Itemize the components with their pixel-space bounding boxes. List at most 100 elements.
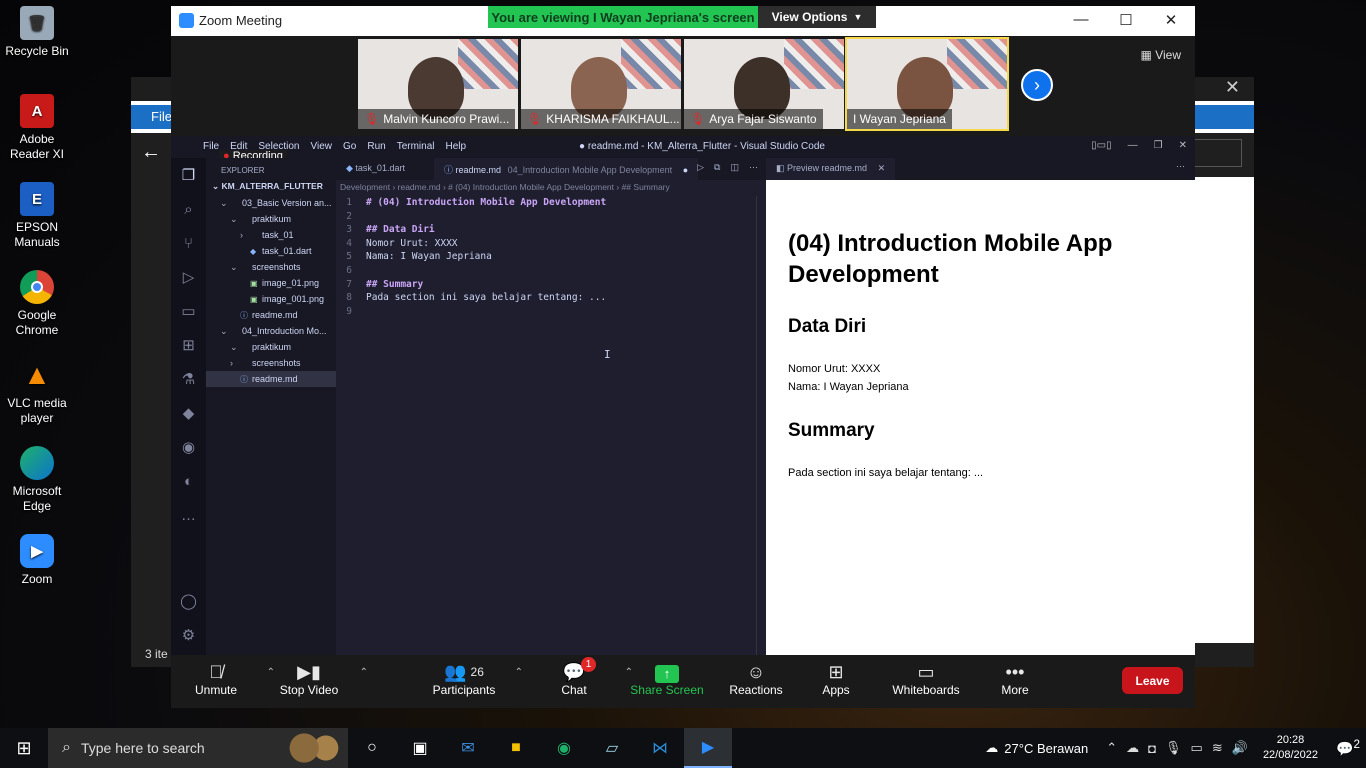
tab-readme-md[interactable]: ⓘ readme.md 04_Introduction Mobile App D… [434,158,699,180]
edge-devtools-icon[interactable]: ◐ [171,464,206,498]
more-button[interactable]: ••• More [970,661,1060,697]
desktop-icon-edge[interactable]: Microsoft Edge [4,446,70,514]
tree-item[interactable]: › screenshots [206,355,336,371]
source-control-icon[interactable]: ⑂ [171,226,206,260]
volume-icon[interactable]: 🔊 [1232,740,1248,756]
chevron-up-icon[interactable]: ⌃ [515,667,523,678]
clock[interactable]: 20:28 22/08/2022 [1263,733,1318,763]
menu-run[interactable]: Run [367,141,385,152]
onedrive-icon[interactable]: ☁ [1126,740,1139,756]
split-editor-icon[interactable]: ◫ [730,162,739,173]
view-options-button[interactable]: View Options ▼ [758,6,876,28]
search-box[interactable] [1188,139,1242,167]
participant-tile[interactable]: 🎙 Malvin Kuncoro Prawi... [358,39,518,129]
desktop-icon-google-chrome[interactable]: Google Chrome [4,270,70,338]
task-view-button[interactable]: ▣ [396,728,444,768]
participant-tile-active-speaker[interactable]: I Wayan Jepriana [845,37,1009,131]
chat-button[interactable]: 💬 1 Chat ⌃ [529,657,633,697]
menu-help[interactable]: Help [446,141,467,152]
tree-item[interactable]: ▣ image_001.png [206,291,336,307]
next-page-button[interactable]: › [1021,69,1053,101]
github-icon[interactable]: ◉ [171,430,206,464]
tree-item[interactable]: ⓘ readme.md [206,371,336,387]
desktop-icon-zoom[interactable]: ▶ Zoom [4,534,70,587]
run-icon[interactable]: ▷ [697,162,704,173]
tree-item[interactable]: ◆ task_01.dart [206,243,336,259]
menu-view[interactable]: View [311,141,333,152]
tree-item[interactable]: ⌄ 03_Basic Version an... [206,195,336,211]
more-icon[interactable]: … [171,498,206,532]
zoom-app[interactable]: ▶ [684,728,732,768]
taskbar-search[interactable]: ⌕ Type here to search [48,728,348,768]
whiteboards-button[interactable]: ▭ Whiteboards [881,661,971,697]
tree-item[interactable]: ⌄ praktikum [206,211,336,227]
tree-item[interactable]: ▣ image_01.png [206,275,336,291]
tree-item[interactable]: ⌄ screenshots [206,259,336,275]
account-icon[interactable]: ◯ [171,584,206,618]
tree-item[interactable]: ⌄ praktikum [206,339,336,355]
participants-button[interactable]: 👥 26 Participants ⌃ [419,661,523,697]
search-icon[interactable]: ⌕ [171,192,206,226]
apps-button[interactable]: ⊞ Apps [791,661,881,697]
maximize-icon[interactable]: ☐ [1116,11,1136,29]
mongodb-icon[interactable]: ◆ [171,396,206,430]
battery-icon[interactable]: ▭ [1191,740,1203,756]
code-editor[interactable]: 1 # (04) Introduction Mobile App Developm… [336,196,766,655]
reactions-button[interactable]: ☺ Reactions [711,661,801,697]
unsaved-dot-icon[interactable]: ● [683,165,688,175]
microphone-icon[interactable]: 🎙 [1165,740,1182,756]
explorer-icon[interactable]: ❐ [171,158,206,192]
minimize-icon[interactable]: — [1071,11,1091,28]
close-icon[interactable]: ✕ [1179,140,1187,151]
edge-app[interactable]: ◉ [540,728,588,768]
file-tab[interactable]: File [151,109,172,124]
menu-file[interactable]: File [203,141,219,152]
camera-icon[interactable]: ◘ [1148,741,1156,756]
editor-scrollbar[interactable] [756,196,766,655]
cortana-button[interactable]: ○ [348,728,396,768]
desktop-icon-adobe-reader[interactable]: A Adobe Reader XI [4,94,70,162]
menu-go[interactable]: Go [343,141,356,152]
leave-button[interactable]: Leave [1122,667,1183,694]
extensions-icon[interactable]: ⊞ [171,328,206,362]
stop-video-button[interactable]: ▶▮ Stop Video ⌃ [264,661,368,697]
notepad-app[interactable]: ▱ [588,728,636,768]
tree-item[interactable]: › task_01 [206,227,336,243]
close-icon[interactable]: ✕ [1225,77,1240,98]
vscode-app[interactable]: ⋈ [636,728,684,768]
file-explorer-app[interactable]: ■ [492,728,540,768]
start-button[interactable]: ⊞ [0,728,48,768]
tab-preview-readme[interactable]: ◧ Preview readme.md ✕ [766,158,896,180]
layout-icon[interactable]: ▯▭▯ [1091,140,1111,151]
wifi-icon[interactable]: ≋ [1212,740,1223,756]
close-tab-icon[interactable]: ✕ [878,163,886,173]
more-actions-icon[interactable]: ⋯ [1176,161,1185,172]
notification-center[interactable]: 💬2 [1330,738,1366,758]
share-screen-button[interactable]: ↑ Share Screen [622,661,712,697]
back-arrow-icon[interactable]: ← [141,141,161,164]
chevron-up-icon[interactable]: ⌃ [1106,740,1117,756]
close-icon[interactable]: ✕ [1161,11,1181,29]
mail-app[interactable]: ✉ [444,728,492,768]
participant-tile[interactable]: 🎙 Arya Fajar Siswanto [684,39,844,129]
participant-tile[interactable]: 🎙 KHARISMA FAIKHAUL... [521,39,681,129]
restore-icon[interactable]: ❐ [1154,140,1163,151]
desktop-icon-epson-manuals[interactable]: E EPSON Manuals [4,182,70,250]
more-actions-icon[interactable]: ⋯ [749,162,758,173]
testing-icon[interactable]: ⚗ [171,362,206,396]
unmute-button[interactable]: 🎙̸ Unmute ⌃ [171,661,275,697]
weather-widget[interactable]: ☁ 27°C Berawan [985,740,1088,756]
tree-item[interactable]: ⓘ readme.md [206,307,336,323]
tree-item[interactable]: ⌄ 04_Introduction Mo... [206,323,336,339]
view-button[interactable]: ▦ View [1141,48,1181,62]
run-debug-icon[interactable]: ▷ [171,260,206,294]
open-preview-icon[interactable]: ⧉ [714,162,720,173]
minimize-icon[interactable]: — [1128,140,1138,151]
menu-terminal[interactable]: Terminal [397,141,435,152]
breadcrumb[interactable]: Development › readme.md › # (04) Introdu… [336,180,766,196]
desktop-icon-recycle-bin[interactable]: 🗑 Recycle Bin [4,6,70,59]
workspace-root[interactable]: ⌄ KM_ALTERRA_FLUTTER [206,178,336,195]
tab-task-01-dart[interactable]: ◆ task_01.dart [336,158,415,180]
desktop-icon-vlc[interactable]: ▲ VLC media player [4,358,70,426]
remote-explorer-icon[interactable]: ▭ [171,294,206,328]
